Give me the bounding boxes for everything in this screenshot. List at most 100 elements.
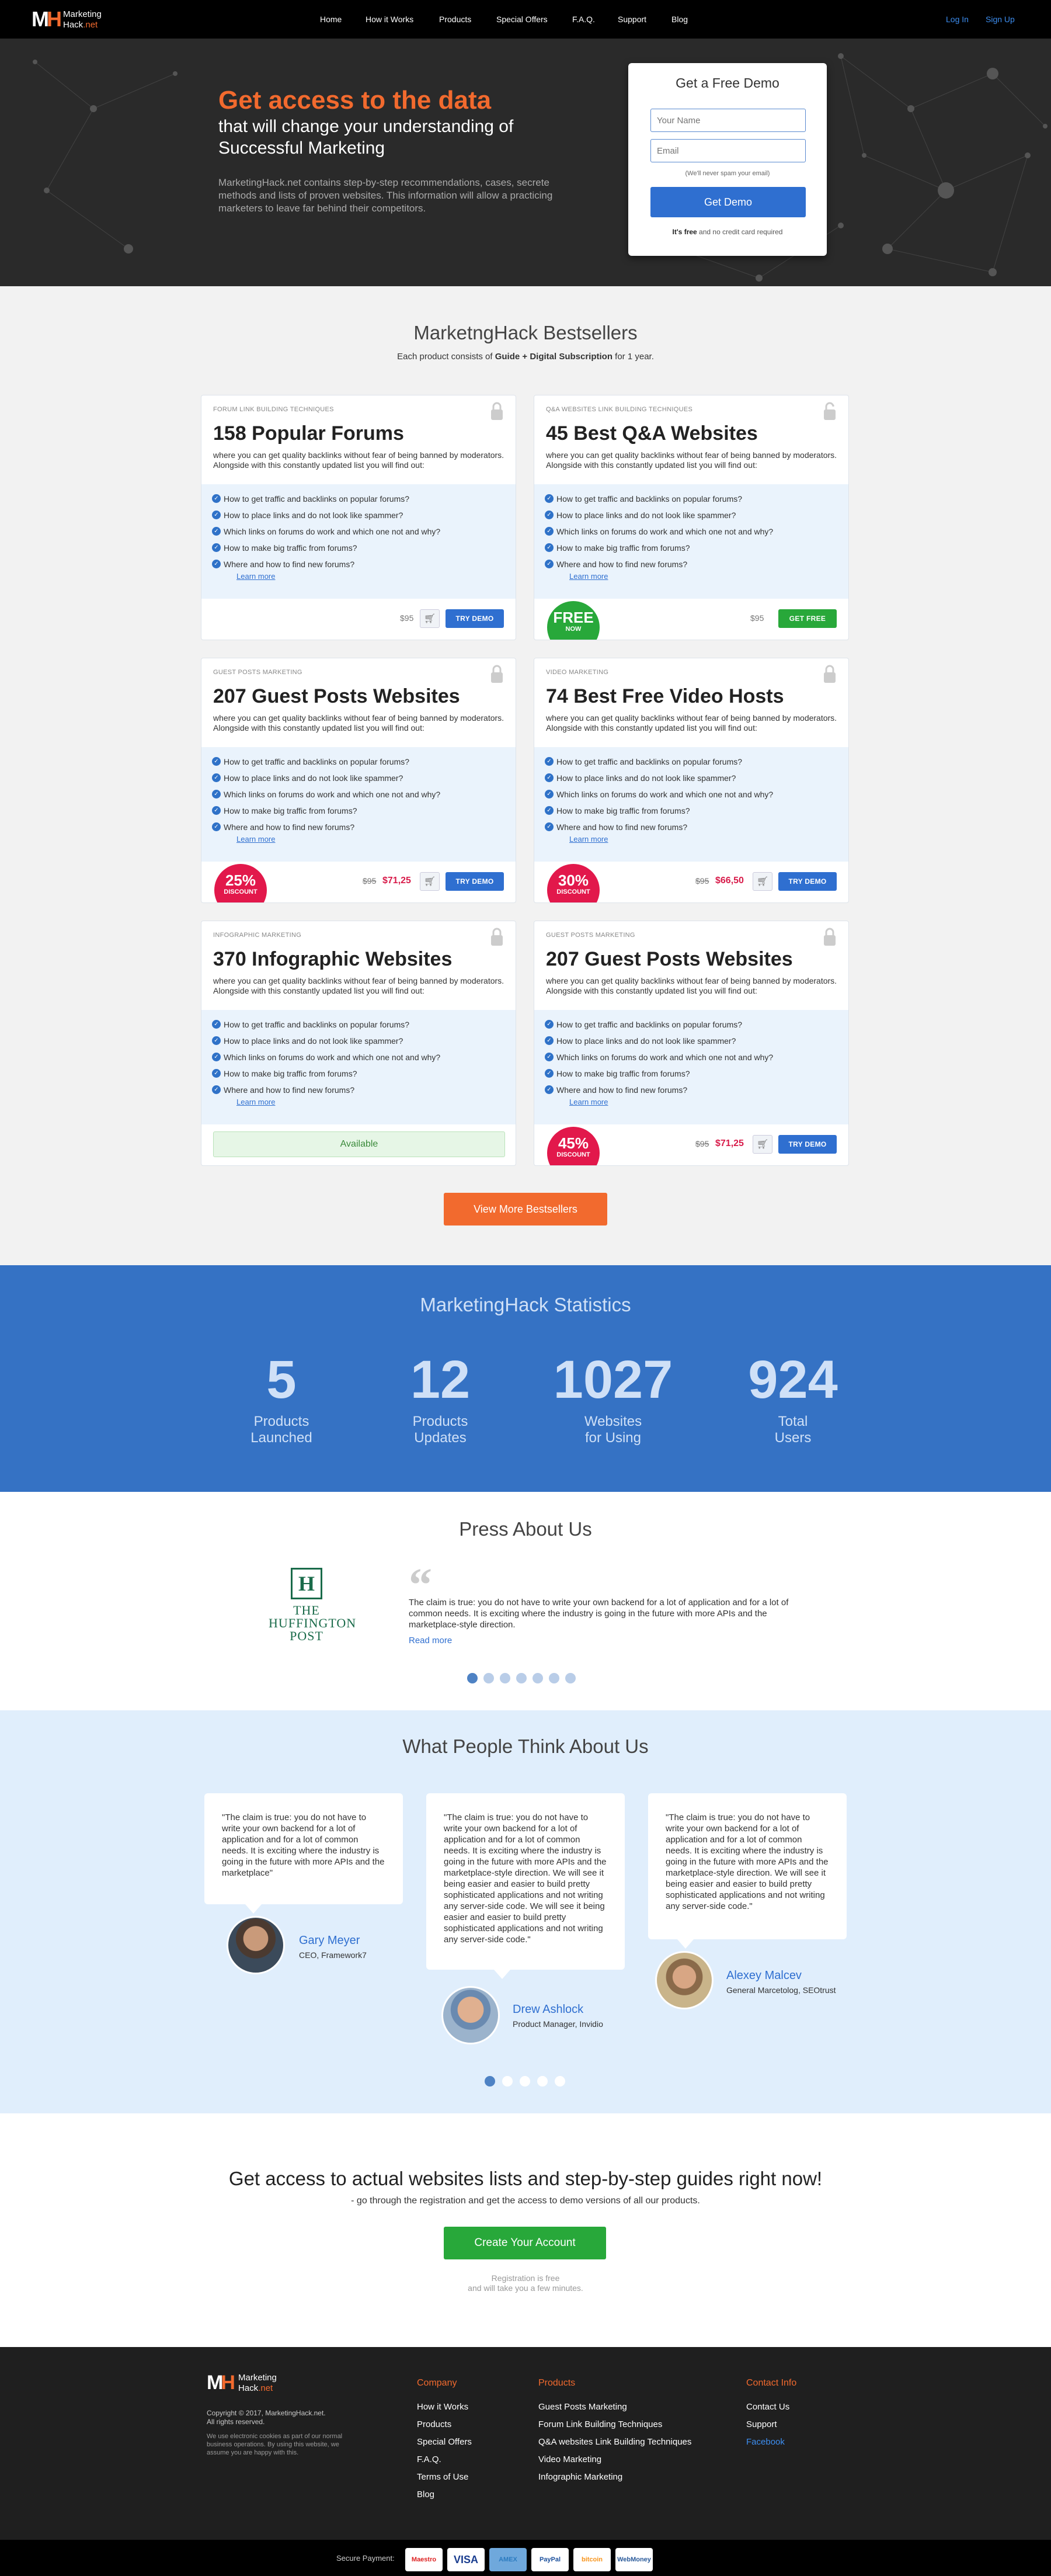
footer: MH Marketing Hack.net Copyright © 2017, … xyxy=(0,2347,1051,2576)
view-more-bestsellers-button[interactable]: View More Bestsellers xyxy=(444,1193,607,1225)
get-demo-button[interactable]: Get Demo xyxy=(650,187,806,217)
get-free-button[interactable]: GET FREE xyxy=(778,609,837,628)
nav-special-offers[interactable]: Special Offers xyxy=(496,14,548,25)
product-category: Guest Posts Marketing xyxy=(546,932,635,939)
cart-icon[interactable]: 🛒︎ xyxy=(753,1135,772,1154)
product-card: Forum Link Building Techniques 158 Popula… xyxy=(201,395,516,640)
feature-item: ✓ Where and how to find new forums? xyxy=(212,1085,354,1095)
product-card: Guest Posts Marketing 207 Guest Posts Web… xyxy=(201,658,516,903)
product-title: 207 Guest Posts Websites xyxy=(546,948,793,970)
footer-contact-link[interactable]: Support xyxy=(746,2419,777,2430)
footer-company-link[interactable]: Special Offers xyxy=(417,2437,472,2447)
carousel-dot[interactable] xyxy=(533,1673,543,1683)
feature-item: ✓ How to make big traffic from forums? xyxy=(545,543,690,553)
nav-how-it-works[interactable]: How it Works xyxy=(366,14,413,25)
carousel-dot[interactable] xyxy=(516,1673,527,1683)
carousel-dot[interactable] xyxy=(485,2076,495,2087)
product-card: Q&A Websites Link Building Techniques 45 … xyxy=(534,395,849,640)
carousel-dot[interactable] xyxy=(520,2076,530,2087)
carousel-dot[interactable] xyxy=(483,1673,494,1683)
payment-icon: Maestro xyxy=(405,2548,443,2571)
footer-company-link[interactable]: Terms of Use xyxy=(417,2472,468,2483)
footer-company-link[interactable]: F.A.Q. xyxy=(417,2455,441,2465)
carousel-dot[interactable] xyxy=(555,2076,565,2087)
carousel-dot[interactable] xyxy=(500,1673,510,1683)
feature-item: ✓ How to make big traffic from forums? xyxy=(212,806,357,816)
avatar-gary-meyer xyxy=(227,1916,285,1974)
learn-more-link[interactable]: Learn more xyxy=(569,1098,608,1107)
footer-logo[interactable]: MH Marketing Hack.net xyxy=(207,2370,323,2396)
carousel-dot[interactable] xyxy=(537,2076,548,2087)
nav-faq[interactable]: F.A.Q. xyxy=(572,14,595,25)
footer-company-link[interactable]: Products xyxy=(417,2419,451,2430)
carousel-dot[interactable] xyxy=(467,1673,478,1683)
carousel-dot[interactable] xyxy=(549,1673,559,1683)
logo-text: Marketing Hack.net xyxy=(63,9,102,30)
learn-more-link[interactable]: Learn more xyxy=(236,572,275,581)
footer-product-link[interactable]: Q&A websites Link Building Techniques xyxy=(538,2437,691,2447)
lock-icon xyxy=(491,402,503,420)
product-category: Q&A Websites Link Building Techniques xyxy=(546,406,693,413)
press-read-more-link[interactable]: Read more xyxy=(409,1636,452,1646)
hero-title: Get access to the data xyxy=(218,86,492,114)
learn-more-link[interactable]: Learn more xyxy=(236,1098,275,1107)
cart-icon[interactable]: 🛒︎ xyxy=(420,609,440,628)
nav-products[interactable]: Products xyxy=(439,14,471,25)
stat-value: 12 xyxy=(410,1350,471,1409)
learn-more-link[interactable]: Learn more xyxy=(569,835,608,844)
lock-icon xyxy=(491,928,503,946)
lock-icon xyxy=(824,665,836,683)
product-card: Guest Posts Marketing 207 Guest Posts Web… xyxy=(534,921,849,1166)
feature-item: ✓ How to get traffic and backlinks on pop… xyxy=(212,756,409,767)
footer-product-link[interactable]: Infographic Marketing xyxy=(538,2472,622,2483)
footer-company-link[interactable]: How it Works xyxy=(417,2402,468,2412)
nav-blog[interactable]: Blog xyxy=(671,14,688,25)
nav-support[interactable]: Support xyxy=(618,14,646,25)
carousel-dot[interactable] xyxy=(565,1673,576,1683)
discount-price: $71,25 xyxy=(715,1138,744,1148)
footer-product-link[interactable]: Guest Posts Marketing xyxy=(538,2402,627,2412)
product-category: Forum Link Building Techniques xyxy=(213,406,334,413)
check-icon: ✓ xyxy=(212,527,221,536)
testimonials-title: What People Think About Us xyxy=(402,1735,649,1757)
footer-product-link[interactable]: Video Marketing xyxy=(538,2455,601,2465)
no-credit-card-note: It's free and no credit card required xyxy=(672,228,783,236)
footer-company-link[interactable]: Blog xyxy=(417,2490,434,2500)
check-icon: ✓ xyxy=(545,790,554,799)
check-icon: ✓ xyxy=(545,1069,554,1078)
feature-item: ✓ How to get traffic and backlinks on pop… xyxy=(212,494,409,504)
bestsellers-subtitle: Each product consists of Guide + Digital… xyxy=(397,352,654,362)
available-status[interactable]: Available xyxy=(213,1131,505,1157)
feature-list: ✓ How to get traffic and backlinks on pop… xyxy=(534,747,848,862)
check-icon: ✓ xyxy=(212,543,221,552)
cart-icon[interactable]: 🛒︎ xyxy=(420,872,440,891)
try-demo-button[interactable]: TRY DEMO xyxy=(446,609,504,628)
create-account-button[interactable]: Create Your Account xyxy=(444,2227,606,2259)
avatar-alexey-malcev xyxy=(655,1951,714,2009)
learn-more-link[interactable]: Learn more xyxy=(569,572,608,581)
name-input[interactable] xyxy=(650,109,806,132)
footer-contact-link[interactable]: Facebook xyxy=(746,2437,785,2447)
nav-home[interactable]: Home xyxy=(320,14,342,25)
footer-product-link[interactable]: Forum Link Building Techniques xyxy=(538,2419,662,2430)
login-link[interactable]: Log In xyxy=(946,14,969,25)
cta-title: Get access to actual websites lists and … xyxy=(228,2168,823,2189)
try-demo-button[interactable]: TRY DEMO xyxy=(446,872,504,891)
feature-item: ✓ How to place links and do not look like… xyxy=(212,510,403,520)
check-icon: ✓ xyxy=(212,1053,221,1061)
carousel-dot[interactable] xyxy=(502,2076,513,2087)
cart-icon[interactable]: 🛒︎ xyxy=(753,872,772,891)
discount-badge: 30% DISCOUNT xyxy=(547,864,600,902)
site-logo[interactable]: MH Marketing Hack.net xyxy=(32,7,148,33)
try-demo-button[interactable]: TRY DEMO xyxy=(778,872,837,891)
try-demo-button[interactable]: TRY DEMO xyxy=(778,1135,837,1154)
email-input[interactable] xyxy=(650,139,806,162)
footer-contact-link[interactable]: Contact Us xyxy=(746,2402,789,2412)
check-icon: ✓ xyxy=(212,1069,221,1078)
feature-item: ✓ How to get traffic and backlinks on pop… xyxy=(545,1019,742,1030)
signup-link[interactable]: Sign Up xyxy=(986,14,1015,25)
learn-more-link[interactable]: Learn more xyxy=(236,835,275,844)
testimonial-name: Gary Meyer xyxy=(299,1934,360,1947)
testimonial-bubble: "The claim is true: you do not have to w… xyxy=(204,1793,403,1904)
payment-icon: AMEX xyxy=(489,2548,527,2571)
